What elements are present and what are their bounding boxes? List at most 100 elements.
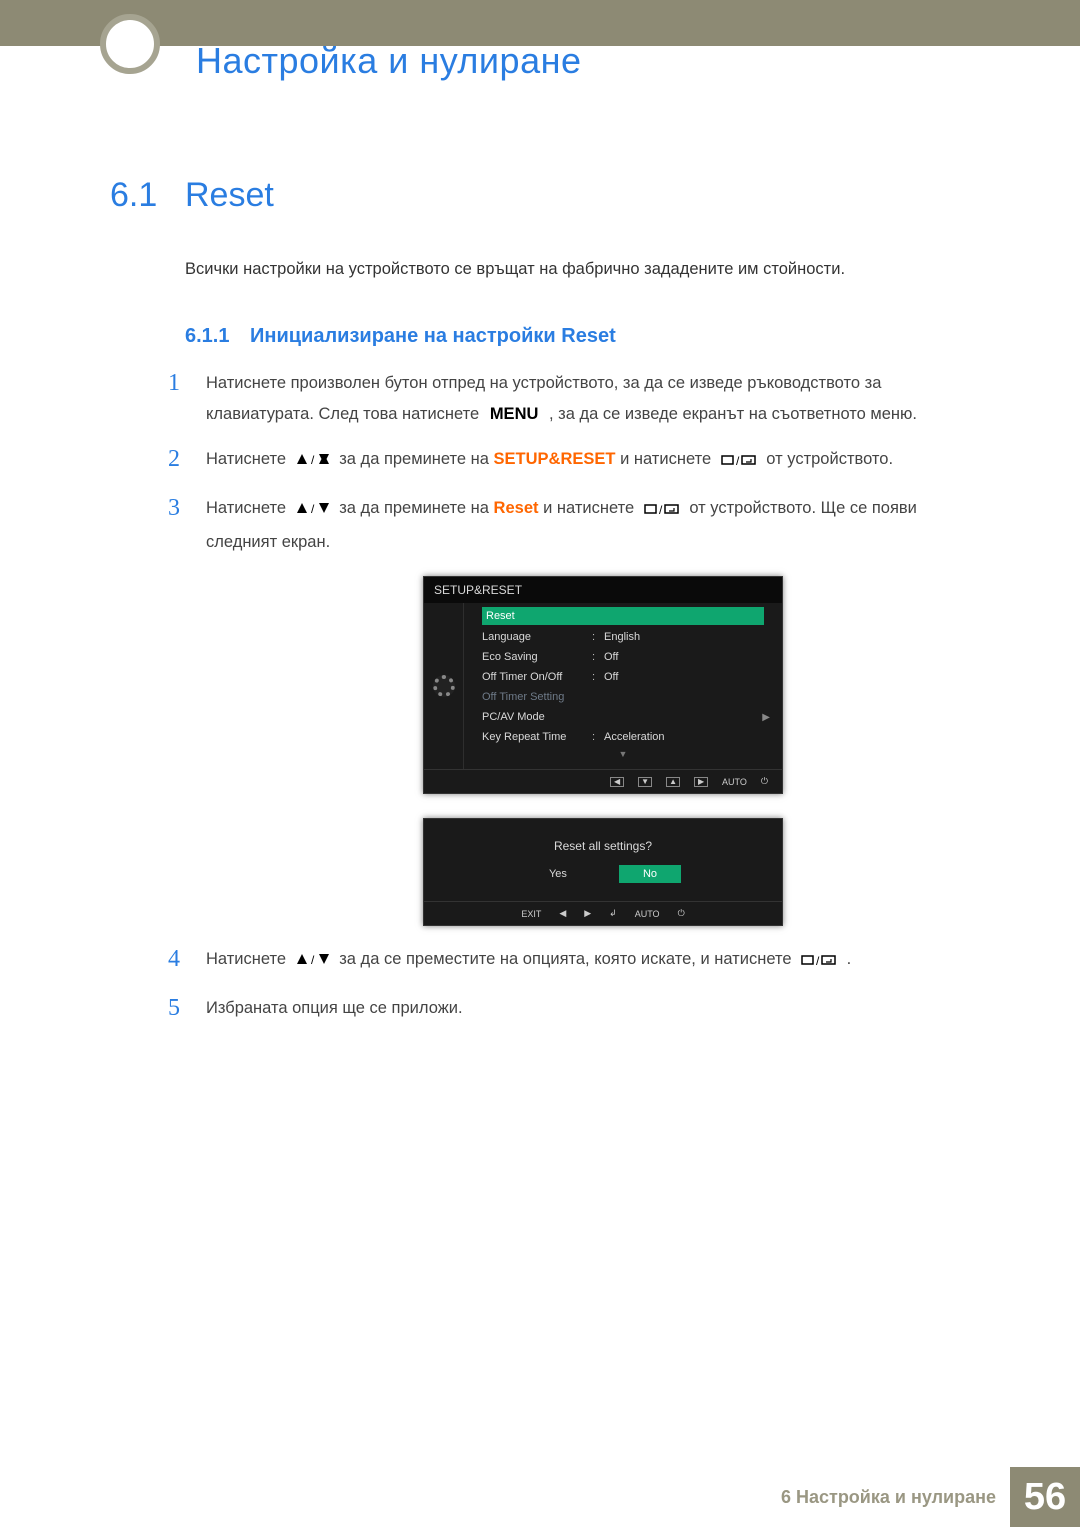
osd-item-pcav[interactable]: PC/AV Mode ▶ bbox=[464, 707, 782, 727]
step-1: 1 Натиснете произволен бутон отпред на у… bbox=[168, 368, 980, 431]
step-text: Избраната опция ще се приложи. bbox=[206, 993, 980, 1024]
osd-body: Reset Language : English Eco Saving : Of… bbox=[424, 603, 782, 769]
enter-icon: / bbox=[643, 496, 681, 527]
chapter-number-circle bbox=[100, 14, 160, 74]
yes-button[interactable]: Yes bbox=[525, 865, 591, 883]
menu-label: MENU bbox=[490, 405, 539, 423]
osd-item-eco[interactable]: Eco Saving : Off bbox=[464, 647, 782, 667]
section-heading: 6.1 Reset bbox=[110, 176, 980, 215]
svg-text:/: / bbox=[311, 502, 315, 515]
osd-item-offtimer[interactable]: Off Timer On/Off : Off bbox=[464, 667, 782, 687]
osd-offtimer-setting-label: Off Timer Setting bbox=[482, 691, 592, 703]
nav-auto[interactable]: AUTO bbox=[722, 777, 747, 787]
nav-left-icon[interactable]: ◀ bbox=[559, 908, 566, 919]
svg-text:/: / bbox=[311, 453, 315, 466]
step-number: 5 bbox=[168, 993, 206, 1024]
setup-reset-label: SETUP&RESET bbox=[494, 450, 616, 468]
osd-menu-list: Reset Language : English Eco Saving : Of… bbox=[464, 603, 782, 769]
step-4: 4 Натиснете / за да се преместите на опц… bbox=[168, 944, 980, 978]
power-icon[interactable]: ⏻ bbox=[678, 908, 685, 919]
chevron-right-icon: ▶ bbox=[762, 712, 770, 723]
colon: : bbox=[592, 631, 604, 643]
step-text: Натиснете произволен бутон отпред на уст… bbox=[206, 368, 980, 431]
step2-text-a: Натиснете bbox=[206, 450, 291, 468]
subsection-heading: 6.1.1 Инициализиране на настройки Reset bbox=[185, 325, 980, 348]
nav-right-icon[interactable]: ▶ bbox=[694, 777, 708, 787]
osd-eco-label: Eco Saving bbox=[482, 651, 592, 663]
step3-text-a: Натиснете bbox=[206, 499, 291, 517]
osd-eco-value: Off bbox=[604, 651, 770, 663]
content-area: 6.1 Reset Всички настройки на устройство… bbox=[0, 176, 1080, 1024]
intro-paragraph: Всички настройки на устройството се връщ… bbox=[185, 255, 980, 285]
step-text: Натиснете / за да преминете на Reset и н… bbox=[206, 493, 980, 559]
osd-title: SETUP&RESET bbox=[424, 577, 782, 603]
no-button[interactable]: No bbox=[619, 865, 681, 883]
osd-lang-label: Language bbox=[482, 631, 592, 643]
nav-left-icon[interactable]: ◀ bbox=[610, 777, 624, 787]
osd-reset-confirm: Reset all settings? Yes No EXIT ◀ ▶ ↲ AU… bbox=[423, 818, 783, 926]
step3-text-b: и натиснете bbox=[543, 499, 639, 517]
page-number: 56 bbox=[1010, 1467, 1080, 1527]
up-down-icon: / bbox=[295, 446, 331, 477]
osd-item-offtimer-setting: Off Timer Setting bbox=[464, 687, 782, 707]
step4-text-c: . bbox=[847, 950, 852, 968]
reset-label: Reset bbox=[494, 499, 539, 517]
up-down-icon: / bbox=[295, 946, 331, 977]
nav-auto[interactable]: AUTO bbox=[635, 909, 660, 919]
svg-text:/: / bbox=[659, 503, 663, 516]
step2-nav: за да преминете на bbox=[339, 450, 493, 468]
step4-nav: за да се преместите на опцията, която ис… bbox=[339, 950, 796, 968]
nav-up-icon[interactable]: ▲ bbox=[666, 777, 680, 787]
colon: : bbox=[592, 671, 604, 683]
page-footer: 6 Настройка и нулиране 56 bbox=[781, 1467, 1080, 1527]
osd-offtimer-label: Off Timer On/Off bbox=[482, 671, 592, 683]
svg-text:/: / bbox=[816, 954, 820, 967]
step-text: Натиснете / за да преминете на SETUP&RES… bbox=[206, 444, 980, 478]
confirm-buttons: Yes No bbox=[424, 865, 782, 901]
up-down-icon: / bbox=[295, 495, 331, 526]
osd-screens: SETUP&RESET Reset Language : bbox=[423, 576, 980, 926]
step-3: 3 Натиснете / за да преминете на Reset и… bbox=[168, 493, 980, 559]
osd-setup-reset: SETUP&RESET Reset Language : bbox=[423, 576, 783, 794]
step-number: 2 bbox=[168, 444, 206, 475]
step1-text-b: , за да се изведе екранът на съответното… bbox=[549, 405, 917, 423]
nav-down-icon[interactable]: ▼ bbox=[638, 777, 652, 787]
osd-item-reset[interactable]: Reset bbox=[482, 607, 764, 625]
page: Настройка и нулиране 6.1 Reset Всички на… bbox=[0, 0, 1080, 1527]
chapter-title: Настройка и нулиране bbox=[196, 40, 582, 82]
step-number: 3 bbox=[168, 493, 206, 524]
step4-text-a: Натиснете bbox=[206, 950, 291, 968]
osd-offtimer-value: Off bbox=[604, 671, 770, 683]
step-text: Натиснете / за да се преместите на опция… bbox=[206, 944, 980, 978]
osd-keyrepeat-label: Key Repeat Time bbox=[482, 731, 592, 743]
nav-right-icon[interactable]: ▶ bbox=[584, 908, 591, 919]
osd-keyrepeat-value: Acceleration bbox=[604, 731, 770, 743]
osd-pcav-label: PC/AV Mode bbox=[482, 711, 592, 723]
subsection-title: Инициализиране на настройки Reset bbox=[250, 325, 616, 348]
nav-enter-icon[interactable]: ↲ bbox=[609, 908, 617, 919]
step2-text-b: и натиснете bbox=[620, 450, 716, 468]
section-title: Reset bbox=[185, 176, 274, 215]
step2-text-c: от устройството. bbox=[766, 450, 893, 468]
osd-lang-value: English bbox=[604, 631, 770, 643]
osd-item-keyrepeat[interactable]: Key Repeat Time : Acceleration bbox=[464, 727, 782, 747]
section-number: 6.1 bbox=[110, 176, 185, 215]
step3-nav: за да преминете на bbox=[339, 499, 493, 517]
osd-scroll-down-icon: ▼ bbox=[464, 747, 782, 765]
osd-icon-column bbox=[424, 603, 464, 769]
exit-label[interactable]: EXIT bbox=[521, 909, 541, 919]
power-icon[interactable]: ⏻ bbox=[761, 776, 768, 787]
steps-list: 1 Натиснете произволен бутон отпред на у… bbox=[168, 368, 980, 1024]
osd-nav-bar: ◀ ▼ ▲ ▶ AUTO ⏻ bbox=[424, 769, 782, 793]
step-number: 1 bbox=[168, 368, 206, 399]
step-number: 4 bbox=[168, 944, 206, 975]
gear-icon bbox=[433, 675, 455, 697]
colon: : bbox=[592, 731, 604, 743]
osd-item-language[interactable]: Language : English bbox=[464, 627, 782, 647]
confirm-question: Reset all settings? bbox=[424, 819, 782, 865]
footer-chapter-label: 6 Настройка и нулиране bbox=[781, 1487, 1010, 1508]
svg-text:/: / bbox=[736, 454, 740, 467]
step-2: 2 Натиснете / за да преминете на SETUP&R… bbox=[168, 444, 980, 478]
step-5: 5 Избраната опция ще се приложи. bbox=[168, 993, 980, 1024]
subsection-number: 6.1.1 bbox=[185, 325, 250, 348]
